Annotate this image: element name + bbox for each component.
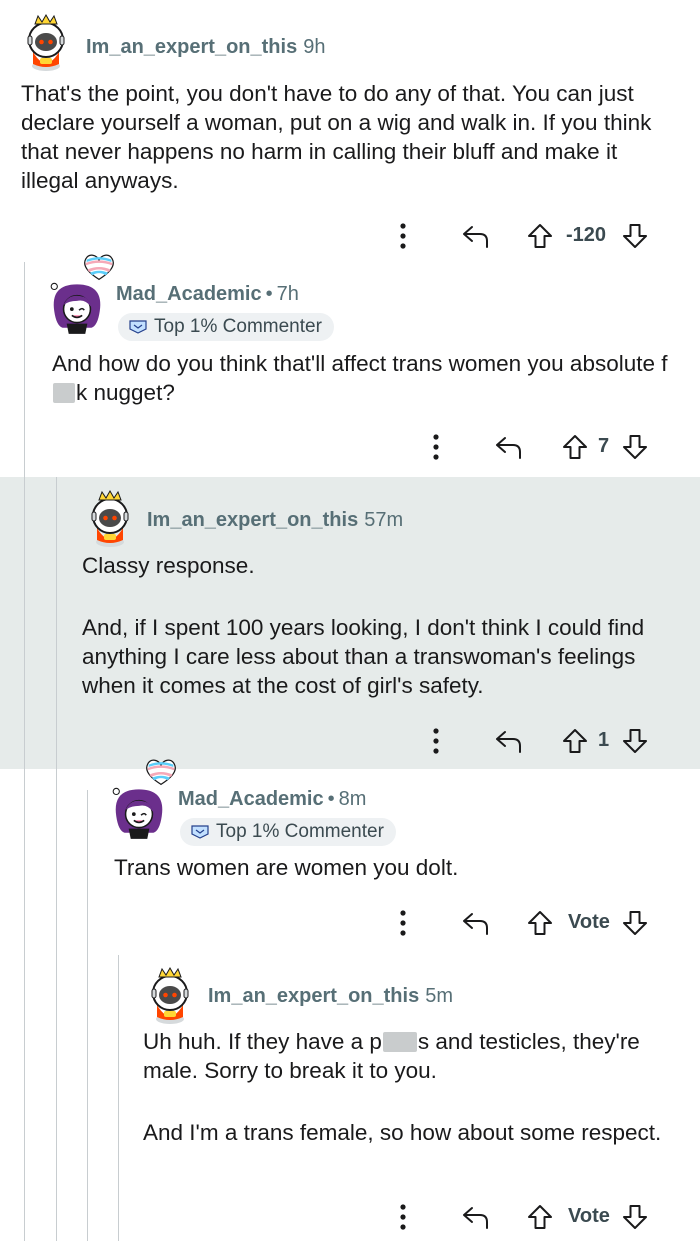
- more-options-icon[interactable]: [431, 726, 441, 756]
- reply-icon[interactable]: [493, 435, 523, 461]
- comment-body: Trans women are women you dolt.: [114, 855, 459, 880]
- vote-label: Vote: [568, 1205, 610, 1227]
- upvote-icon[interactable]: [562, 434, 588, 460]
- reply-icon[interactable]: [460, 911, 490, 937]
- more-options-icon[interactable]: [431, 432, 441, 462]
- downvote-icon[interactable]: [622, 434, 648, 460]
- separator-dot: •: [265, 282, 273, 305]
- thread-line: [24, 262, 25, 1241]
- timestamp: 8m: [338, 787, 367, 810]
- comment-header: Mad_Academic • 8m: [178, 785, 366, 813]
- vote-count: 7: [598, 435, 610, 457]
- reply-icon[interactable]: [460, 224, 490, 250]
- astronaut-avatar[interactable]: [140, 961, 200, 1029]
- username[interactable]: Mad_Academic: [178, 788, 324, 811]
- comment-header: Im_an_expert_on_this 9h: [86, 33, 325, 61]
- username[interactable]: Im_an_expert_on_this: [86, 36, 297, 59]
- more-options-icon[interactable]: [398, 908, 408, 938]
- thread-line: [87, 790, 88, 1241]
- comment-header: Im_an_expert_on_this 57m: [147, 506, 403, 534]
- comment-header: Mad_Academic • 7h: [116, 280, 299, 308]
- timestamp: 9h: [303, 35, 326, 58]
- vote-count: 1: [598, 729, 610, 751]
- downvote-icon[interactable]: [622, 910, 648, 936]
- censor-blur: [382, 1032, 417, 1052]
- thread-line: [56, 477, 57, 1241]
- badge-label: Top 1% Commenter: [154, 316, 322, 337]
- username[interactable]: Mad_Academic: [116, 283, 262, 306]
- vote-label: Vote: [568, 911, 610, 933]
- upvote-icon[interactable]: [527, 910, 553, 936]
- top-commenter-badge[interactable]: Top 1% Commenter: [180, 818, 396, 846]
- badge-label: Top 1% Commenter: [216, 821, 384, 842]
- purple-hair-avatar[interactable]: [108, 777, 170, 843]
- timestamp: 57m: [364, 508, 404, 531]
- vote-count: -120: [566, 224, 607, 246]
- purple-hair-avatar[interactable]: [46, 272, 108, 338]
- upvote-icon[interactable]: [527, 223, 553, 249]
- thread-line: [118, 955, 119, 1241]
- username[interactable]: Im_an_expert_on_this: [208, 985, 419, 1008]
- reply-icon[interactable]: [493, 729, 523, 755]
- downvote-icon[interactable]: [622, 1204, 648, 1230]
- more-options-icon[interactable]: [398, 1202, 408, 1232]
- badge-icon: [128, 320, 148, 334]
- timestamp: 5m: [425, 984, 453, 1007]
- comment-body: That's the point, you don't have to do a…: [21, 81, 652, 193]
- censor-blur: [53, 383, 75, 403]
- upvote-icon[interactable]: [527, 1204, 553, 1230]
- username[interactable]: Im_an_expert_on_this: [147, 509, 358, 532]
- badge-icon: [190, 825, 210, 839]
- astronaut-avatar[interactable]: [80, 484, 140, 552]
- comment-header: Im_an_expert_on_this 5m: [208, 982, 453, 1010]
- top-commenter-badge[interactable]: Top 1% Commenter: [118, 313, 334, 341]
- more-options-icon[interactable]: [398, 221, 408, 251]
- timestamp: 7h: [276, 282, 299, 305]
- separator-dot: •: [327, 787, 335, 810]
- astronaut-avatar[interactable]: [16, 8, 76, 76]
- downvote-icon[interactable]: [622, 223, 648, 249]
- downvote-icon[interactable]: [622, 728, 648, 754]
- comment-body: And how do you think that'll affect tran…: [52, 351, 668, 405]
- reply-icon[interactable]: [460, 1205, 490, 1231]
- upvote-icon[interactable]: [562, 728, 588, 754]
- comment-body: Uh huh. If they have a ps and testicles,…: [143, 1029, 662, 1145]
- comment-body: Classy response. And, if I spent 100 yea…: [82, 553, 645, 698]
